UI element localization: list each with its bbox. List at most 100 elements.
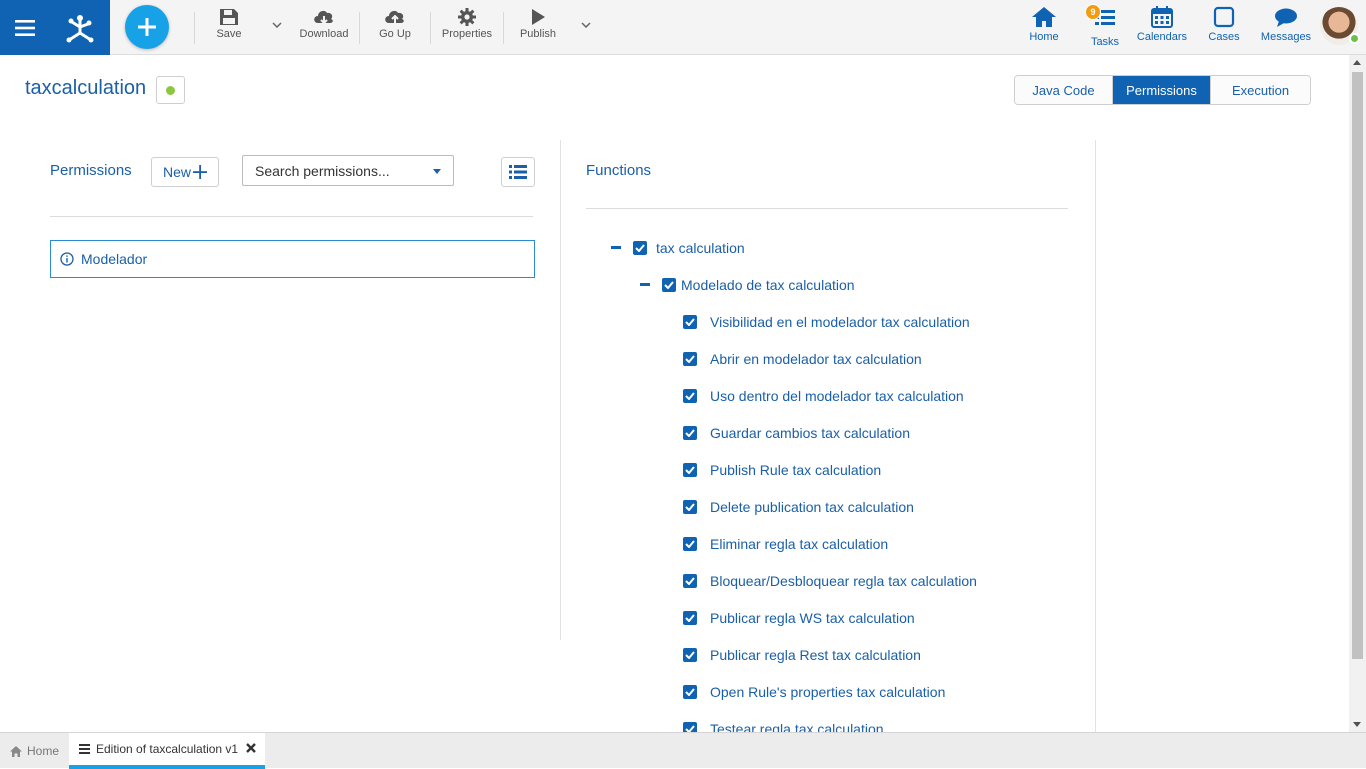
tree-checkbox[interactable] — [683, 537, 697, 551]
nav-home[interactable]: Home — [1026, 6, 1062, 50]
check-icon — [685, 318, 695, 326]
go-up-button[interactable]: Go Up — [377, 8, 413, 48]
tree-leaf-label[interactable]: Open Rule's properties tax calculation — [710, 684, 945, 700]
top-toolbar: Save Download Go Up Properties Publish H… — [0, 0, 1366, 55]
publish-options-chevron-icon[interactable] — [581, 22, 591, 28]
tree-leaf-label[interactable]: Publish Rule tax calculation — [710, 462, 881, 478]
toolbar-separator — [503, 12, 504, 44]
nav-cases[interactable]: Cases — [1207, 6, 1241, 50]
check-icon — [685, 577, 695, 585]
app-logo-icon — [66, 14, 94, 42]
plus-icon — [138, 18, 156, 36]
play-icon — [532, 9, 545, 25]
tree-leaf-label[interactable]: Uso dentro del modelador tax calculation — [710, 388, 964, 404]
tree-checkbox[interactable] — [683, 500, 697, 514]
check-icon — [685, 614, 695, 622]
search-permissions-placeholder: Search permissions... — [255, 162, 390, 179]
tree-leaf-label[interactable]: Publicar regla WS tax calculation — [710, 610, 915, 626]
nav-tasks-label: Tasks — [1090, 36, 1120, 48]
calendar-icon — [1151, 6, 1173, 28]
tree-leaf-label[interactable]: Bloquear/Desbloquear regla tax calculati… — [710, 573, 977, 589]
bottom-tab-home[interactable]: Home — [0, 733, 69, 769]
tree-checkbox[interactable] — [683, 685, 697, 699]
tree-checkbox[interactable] — [683, 611, 697, 625]
search-permissions-select[interactable]: Search permissions... — [242, 155, 454, 186]
tree-checkbox[interactable] — [633, 241, 647, 255]
tree-leaf: Eliminar regla tax calculation — [683, 533, 888, 555]
cases-icon — [1213, 6, 1235, 28]
chat-icon — [1275, 8, 1297, 27]
tree-leaf: Publicar regla WS tax calculation — [683, 607, 915, 629]
publish-button[interactable]: Publish — [518, 8, 558, 48]
scroll-down-arrow-icon[interactable] — [1353, 722, 1361, 727]
tree-checkbox[interactable] — [683, 389, 697, 403]
tree-checkbox[interactable] — [683, 722, 697, 732]
add-button[interactable] — [125, 5, 169, 49]
tab-permissions[interactable]: Permissions — [1113, 76, 1211, 104]
tree-leaf-label[interactable]: Publicar regla Rest tax calculation — [710, 647, 921, 663]
tree-leaf-label[interactable]: Delete publication tax calculation — [710, 499, 914, 515]
collapse-icon[interactable] — [640, 283, 650, 286]
tree-leaf-label[interactable]: Visibilidad en el modelador tax calculat… — [710, 314, 970, 330]
properties-button[interactable]: Properties — [441, 8, 493, 48]
tree-node-label[interactable]: Modelado de tax calculation — [681, 277, 855, 293]
cloud-download-icon — [314, 10, 333, 25]
download-label: Download — [299, 28, 349, 40]
check-icon — [685, 540, 695, 548]
menu-icon — [15, 19, 35, 36]
tree-checkbox[interactable] — [683, 648, 697, 662]
new-permission-button[interactable]: New — [151, 157, 219, 187]
tree-leaf: Visibilidad en el modelador tax calculat… — [683, 311, 970, 333]
download-button[interactable]: Download — [299, 8, 349, 48]
save-button[interactable]: Save — [213, 8, 245, 48]
toolbar-separator — [359, 12, 360, 44]
check-icon — [685, 429, 695, 437]
bottom-tab-edition-label: Edition of taxcalculation v1 — [96, 742, 239, 756]
divider — [50, 216, 533, 217]
nav-home-label: Home — [1029, 31, 1059, 43]
tree-leaf: Publicar regla Rest tax calculation — [683, 644, 921, 666]
status-button[interactable] — [156, 76, 185, 104]
nav-messages[interactable]: Messages — [1260, 6, 1312, 50]
scrollbar-thumb[interactable] — [1352, 72, 1363, 659]
list-icon — [509, 165, 527, 179]
list-view-button[interactable] — [501, 157, 535, 187]
app-logo[interactable] — [50, 0, 110, 55]
tree-leaf-label[interactable]: Testear regla tax calculation — [710, 721, 884, 732]
vertical-scrollbar[interactable] — [1349, 55, 1366, 732]
tab-execution[interactable]: Execution — [1211, 76, 1310, 104]
tree-checkbox[interactable] — [683, 574, 697, 588]
tab-java-code[interactable]: Java Code — [1015, 76, 1113, 104]
tree-checkbox[interactable] — [683, 352, 697, 366]
nav-calendars-label: Calendars — [1136, 31, 1188, 43]
collapse-icon[interactable] — [611, 246, 621, 249]
tree-checkbox[interactable] — [683, 426, 697, 440]
home-icon — [1032, 7, 1056, 27]
toolbar-separator — [430, 12, 431, 44]
check-icon — [664, 281, 674, 289]
view-tabs: Java Code Permissions Execution — [1014, 75, 1311, 105]
tree-checkbox[interactable] — [683, 463, 697, 477]
tree-leaf-label[interactable]: Guardar cambios tax calculation — [710, 425, 910, 441]
check-icon — [685, 503, 695, 511]
tree-leaf: Open Rule's properties tax calculation — [683, 681, 945, 703]
nav-calendars[interactable]: Calendars — [1136, 6, 1188, 50]
tree-checkbox[interactable] — [662, 278, 676, 292]
tree-checkbox[interactable] — [683, 315, 697, 329]
scroll-up-arrow-icon[interactable] — [1353, 60, 1361, 65]
save-options-chevron-icon[interactable] — [272, 22, 282, 28]
tree-leaf-label[interactable]: Abrir en modelador tax calculation — [710, 351, 922, 367]
divider — [586, 208, 1068, 209]
bottom-tab-edition[interactable]: Edition of taxcalculation v1 — [69, 733, 265, 769]
tree-node-label[interactable]: tax calculation — [656, 240, 745, 256]
tree-leaf: Bloquear/Desbloquear regla tax calculati… — [683, 570, 977, 592]
bottom-tab-home-label: Home — [26, 744, 59, 758]
tree-leaf-label[interactable]: Eliminar regla tax calculation — [710, 536, 888, 552]
close-icon[interactable] — [246, 743, 256, 753]
status-indicator — [166, 85, 175, 95]
tree-leaf: Delete publication tax calculation — [683, 496, 914, 518]
menu-button[interactable] — [0, 0, 50, 55]
nav-tasks[interactable]: 9 Tasks — [1085, 4, 1122, 50]
permission-item[interactable]: Modelador — [50, 240, 535, 278]
home-icon — [9, 745, 22, 757]
